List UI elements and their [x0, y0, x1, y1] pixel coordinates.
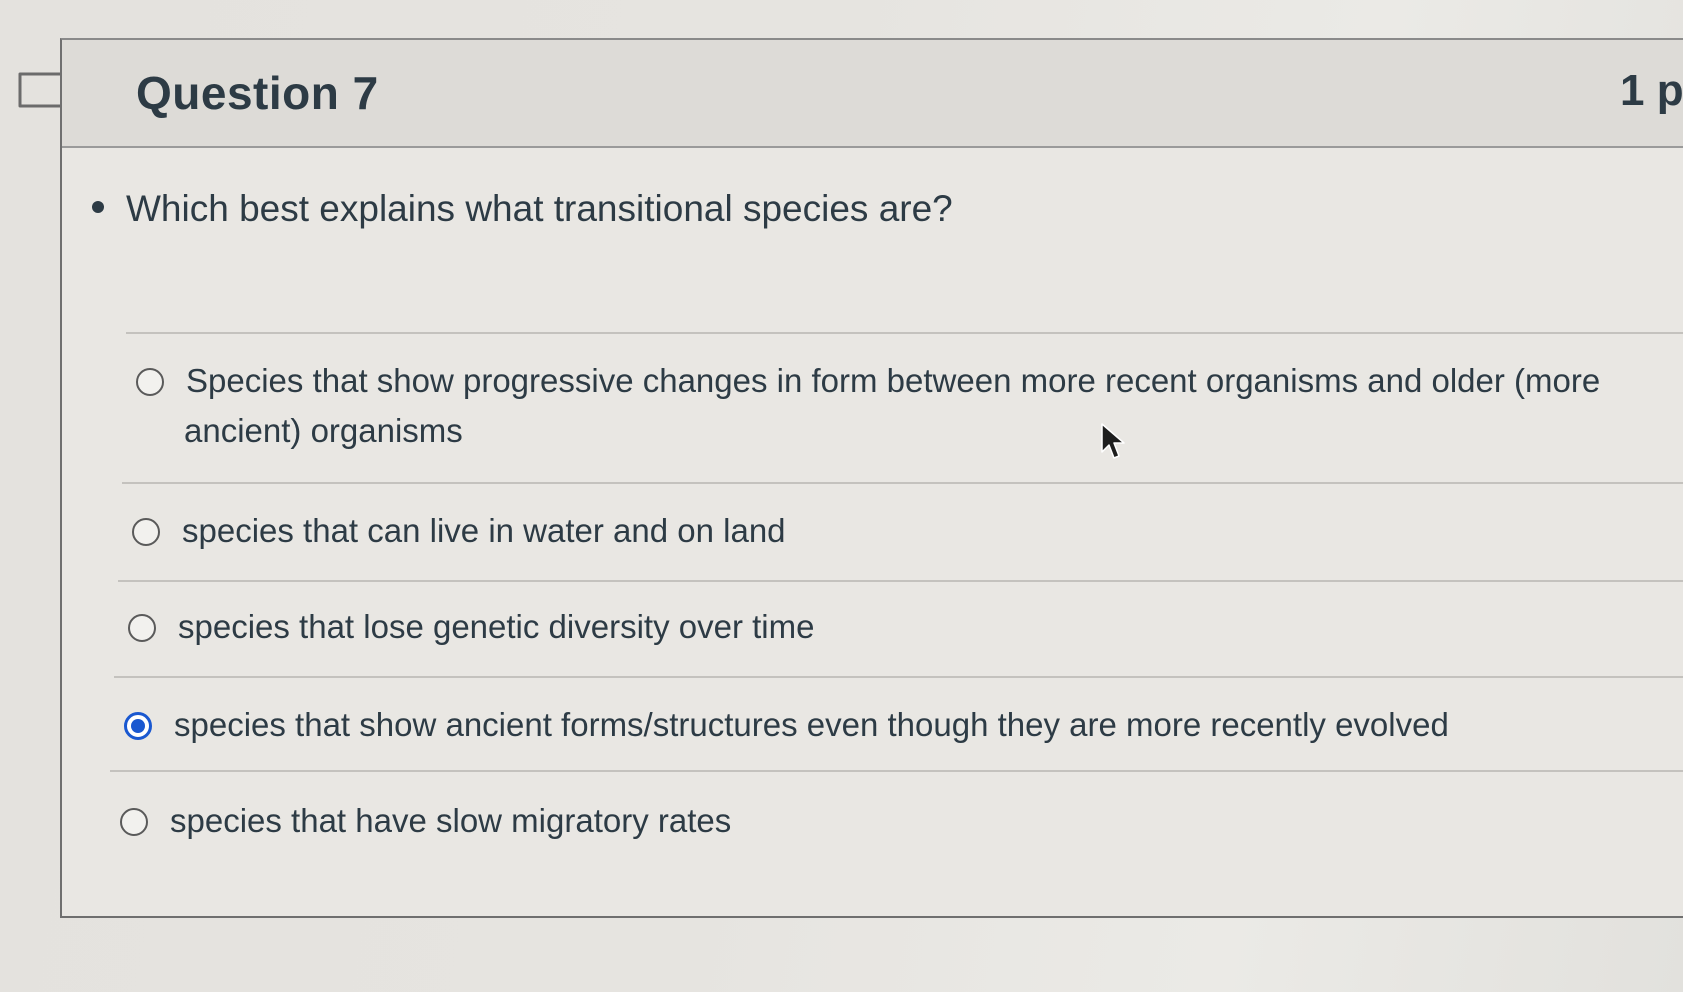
radio-button-2[interactable] [132, 518, 160, 546]
mouse-pointer-icon [1101, 423, 1125, 459]
radio-button-4-selected[interactable] [124, 712, 152, 740]
answer-option-1-line1: Species that show progressive changes in… [186, 362, 1601, 399]
divider [114, 676, 1683, 678]
question-title: Question 7 [136, 67, 379, 119]
answer-option-1-line2: ancient) organisms [184, 412, 463, 449]
answer-option-5[interactable]: species that have slow migratory rates [120, 796, 731, 846]
bullet-icon [92, 201, 104, 214]
divider [118, 580, 1683, 582]
divider [110, 770, 1683, 772]
answer-option-1[interactable]: Species that show progressive changes in… [136, 356, 1600, 456]
question-prompt-text: Which best explains what transitional sp… [126, 188, 953, 229]
question-prompt: Which best explains what transitional sp… [92, 188, 953, 230]
answer-option-4[interactable]: species that show ancient forms/structur… [124, 700, 1449, 750]
question-points: 1 p [1620, 66, 1683, 115]
answer-option-4-label: species that show ancient forms/structur… [174, 706, 1449, 743]
divider [126, 332, 1683, 334]
radio-button-5[interactable] [120, 808, 148, 836]
question-card: Question 7 1 p [60, 38, 1683, 918]
answer-option-2-label: species that can live in water and on la… [182, 512, 786, 549]
radio-button-3[interactable] [128, 614, 156, 642]
question-header: Question 7 1 p [62, 40, 1683, 148]
answer-option-3-label: species that lose genetic diversity over… [178, 608, 815, 645]
radio-button-1[interactable] [136, 368, 164, 396]
answer-option-1-label: Species that show progressive changes in… [184, 356, 1601, 456]
screen: Question 7 1 p Which best explains what … [0, 0, 1683, 992]
answer-option-5-label: species that have slow migratory rates [170, 802, 732, 839]
answer-option-3[interactable]: species that lose genetic diversity over… [128, 602, 814, 652]
answer-option-2[interactable]: species that can live in water and on la… [132, 506, 786, 556]
divider [122, 482, 1683, 484]
